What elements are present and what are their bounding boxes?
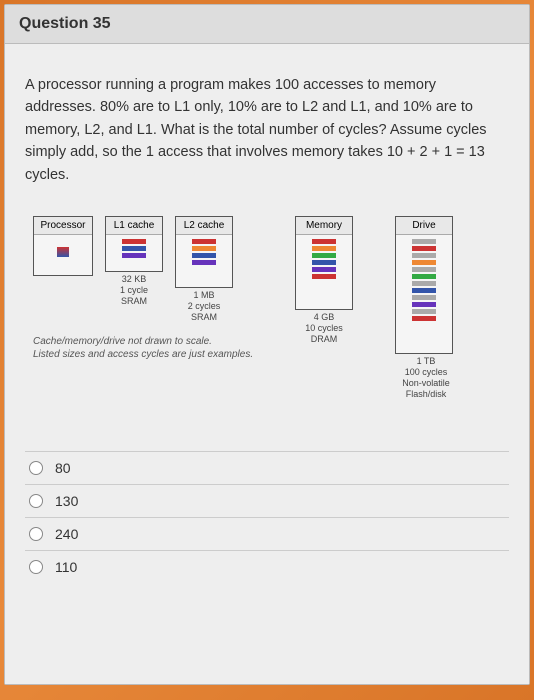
question-header: Question 35: [5, 5, 529, 44]
bar-icon: [122, 246, 146, 251]
bar-icon: [192, 239, 216, 244]
drive-title: Drive: [396, 217, 452, 235]
l1-cycles: 1 cycle: [105, 285, 163, 296]
bar-icon: [312, 253, 336, 258]
bar-icon: [192, 253, 216, 258]
drive-size: 1 TB: [393, 356, 459, 367]
option-a-label: 80: [55, 460, 71, 476]
option-b-label: 130: [55, 493, 78, 509]
question-container: Question 35 A processor running a progra…: [4, 4, 530, 685]
memory-hierarchy-diagram: Processor L1 cache 32 KB 1 cycle SRAM: [25, 216, 509, 426]
processor-body: [34, 235, 92, 269]
processor-box: Processor: [33, 216, 93, 276]
bar-icon: [412, 316, 436, 321]
bar-icon: [192, 246, 216, 251]
memory-box: Memory: [295, 216, 353, 310]
memory-bars: [296, 235, 352, 283]
l1-title: L1 cache: [106, 217, 162, 235]
memory-size: 4 GB: [295, 312, 353, 323]
option-b[interactable]: 130: [25, 484, 509, 517]
bar-icon: [412, 260, 436, 265]
bar-icon: [412, 246, 436, 251]
question-body: A processor running a program makes 100 …: [5, 44, 529, 684]
bar-icon: [312, 274, 336, 279]
radio-icon[interactable]: [29, 527, 43, 541]
option-c[interactable]: 240: [25, 517, 509, 550]
bar-icon: [412, 309, 436, 314]
memory-type: DRAM: [295, 334, 353, 345]
bar-icon: [122, 253, 146, 258]
l1-type: SRAM: [105, 296, 163, 307]
diagram-caption: Cache/memory/drive not drawn to scale. L…: [33, 336, 253, 361]
l1-bars: [106, 235, 162, 262]
question-text: A processor running a program makes 100 …: [25, 74, 509, 186]
question-number: Question 35: [19, 15, 111, 32]
bar-icon: [312, 246, 336, 251]
l2-cache-box: L2 cache: [175, 216, 233, 288]
bar-icon: [412, 302, 436, 307]
bar-icon: [312, 260, 336, 265]
bar-icon: [312, 239, 336, 244]
bar-icon: [412, 288, 436, 293]
option-c-label: 240: [55, 526, 78, 542]
option-a[interactable]: 80: [25, 451, 509, 484]
processor-title: Processor: [34, 217, 92, 235]
drive-sublabel: 1 TB 100 cycles Non-volatile Flash/disk: [393, 356, 459, 399]
answer-options: 80 130 240 110: [25, 451, 509, 583]
l2-title: L2 cache: [176, 217, 232, 235]
l2-bars: [176, 235, 232, 269]
l1-cache-box: L1 cache: [105, 216, 163, 272]
l2-type: SRAM: [175, 312, 233, 323]
l2-sublabel: 1 MB 2 cycles SRAM: [175, 290, 233, 322]
memory-cycles: 10 cycles: [295, 323, 353, 334]
bar-icon: [412, 295, 436, 300]
radio-icon[interactable]: [29, 560, 43, 574]
drive-box: Drive: [395, 216, 453, 354]
bar-icon: [412, 239, 436, 244]
bar-icon: [412, 274, 436, 279]
drive-bars: [396, 235, 452, 325]
memory-sublabel: 4 GB 10 cycles DRAM: [295, 312, 353, 344]
chip-icon: [57, 247, 69, 257]
l1-size: 32 KB: [105, 274, 163, 285]
bar-icon: [122, 239, 146, 244]
bar-icon: [192, 260, 216, 265]
bar-icon: [412, 253, 436, 258]
bar-icon: [412, 267, 436, 272]
radio-icon[interactable]: [29, 494, 43, 508]
bar-icon: [312, 267, 336, 272]
l1-sublabel: 32 KB 1 cycle SRAM: [105, 274, 163, 306]
drive-type: Non-volatile Flash/disk: [393, 378, 459, 400]
option-d[interactable]: 110: [25, 550, 509, 583]
drive-cycles: 100 cycles: [393, 367, 459, 378]
l2-size: 1 MB: [175, 290, 233, 301]
l2-cycles: 2 cycles: [175, 301, 233, 312]
bar-icon: [412, 281, 436, 286]
memory-title: Memory: [296, 217, 352, 235]
radio-icon[interactable]: [29, 461, 43, 475]
option-d-label: 110: [55, 559, 77, 575]
